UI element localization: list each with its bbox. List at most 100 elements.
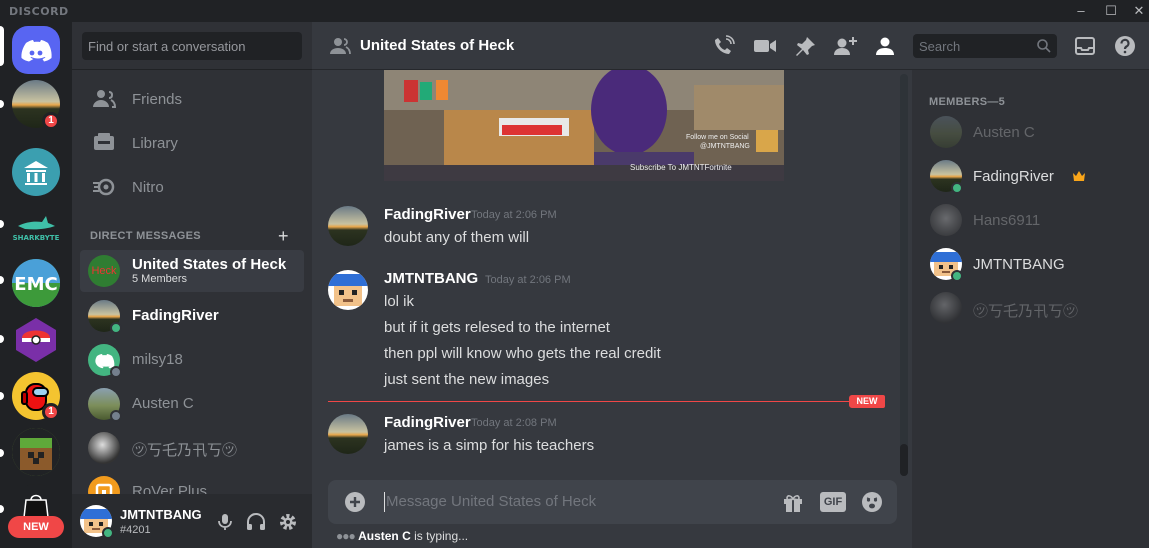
owner-crown-icon [1072,170,1086,182]
dm-item[interactable]: Austen C [80,383,304,425]
creeper-block-icon [12,428,60,476]
attached-image[interactable]: Follow me on Social @JMTNTBANG Subscribe… [384,70,784,181]
member-list: MEMBERS—5 Austen C FadingRiver Hans6911 … [912,70,1149,548]
member-item[interactable]: Austen C [928,111,1138,153]
dm-name: FadingRiver [132,307,219,324]
typing-indicator: ●●● Austen C is typing... [336,529,468,543]
headphones-icon[interactable] [245,511,267,533]
gift-icon[interactable] [782,491,804,513]
dm-name: ㋡丂乇乃卂丂㋡ [132,442,238,459]
channel-title: United States of Heck [360,37,515,54]
unread-pill [0,335,4,343]
member-name: ㋡丂乇乃卂丂㋡ [973,303,1079,320]
avatar [930,292,962,324]
unread-pill [0,276,4,284]
unread-pill [0,449,4,457]
message-composer: Message United States of Heck GIF [328,480,897,524]
channel-header: United States of Heck Search [312,22,1149,70]
gif-button[interactable]: GIF [820,492,846,512]
member-name: Hans6911 [973,212,1041,229]
scrollbar-thumb[interactable] [900,444,908,476]
pinned-messages-icon[interactable] [793,35,817,57]
avatar [88,432,120,464]
message-text: just sent the new images [384,371,550,388]
message-text: then ppl will know who gets the real cre… [384,345,661,362]
maximize-button[interactable]: ☐ [1096,0,1126,22]
text-caret [384,492,385,512]
nav-library[interactable]: Library [80,122,304,164]
microphone-icon[interactable] [214,511,236,533]
unread-pill [0,392,4,400]
image-caption: Follow me on Social [686,134,749,141]
message-text: james is a simp for his teachers [384,437,595,454]
message-author[interactable]: FadingRiver [384,206,471,223]
member-name: JMTNTBANG [973,256,1065,273]
online-status-icon [110,322,122,334]
online-status-icon [951,270,963,282]
message-avatar[interactable] [328,414,368,454]
create-dm-button[interactable]: + [278,226,289,247]
close-button[interactable]: ✕ [1124,0,1149,22]
inbox-icon[interactable] [1073,35,1097,57]
typing-suffix: is typing... [410,529,469,543]
avatar [930,204,962,236]
dm-member-count: 5 Members [132,273,188,285]
online-status-icon [102,527,114,539]
image-caption: Subscribe To JMTNTFortnite [630,163,732,172]
member-item[interactable]: Hans6911 [928,199,1138,241]
help-icon[interactable] [1113,35,1137,57]
bank-icon [24,161,48,185]
new-messages-divider [328,401,884,402]
message-author[interactable]: FadingRiver [384,414,471,431]
offline-status-icon [110,366,122,378]
add-friends-to-dm-icon[interactable] [833,35,857,57]
message-timestamp: Today at 2:06 PM [485,274,571,286]
divider [72,69,312,70]
friends-icon [92,88,116,110]
message-author[interactable]: JMTNTBANG [384,270,478,287]
mention-badge: 1 [42,403,60,421]
dm-item[interactable]: milsy18 [80,339,304,381]
pokeball-icon [16,318,56,362]
message-input[interactable]: Message United States of Heck [386,493,596,510]
members-heading: MEMBERS—5 [929,96,1006,108]
member-item[interactable]: JMTNTBANG [928,243,1138,285]
server-minecraft[interactable] [12,428,60,476]
member-list-icon[interactable] [873,35,897,57]
message-timestamp: Today at 2:08 PM [471,417,557,429]
server-sharkbyte[interactable]: SHARKBYTE [12,204,60,252]
server-pokeball[interactable] [12,316,60,364]
member-item[interactable]: FadingRiver [928,155,1138,197]
new-servers-badge[interactable]: NEW [8,516,64,538]
dm-name: United States of Heck [132,256,287,273]
start-voice-call-icon[interactable] [712,35,736,57]
nav-nitro[interactable]: Nitro [80,166,304,208]
emoji-picker-icon[interactable] [861,491,883,513]
start-video-call-icon[interactable] [753,35,777,57]
settings-gear-icon[interactable] [277,511,299,533]
find-conversation-input[interactable]: Find or start a conversation [82,32,302,60]
unread-pill [0,220,4,228]
scrollbar-track[interactable] [900,74,908,476]
dm-item[interactable]: FadingRiver [80,295,304,337]
dm-item[interactable]: Heck United States of Heck 5 Members [80,250,304,292]
typing-user: Austen C [358,529,411,543]
upload-plus-icon[interactable] [344,491,366,513]
home-button[interactable] [12,26,60,74]
minimize-button[interactable]: – [1066,0,1096,22]
server-emc[interactable]: EMC [12,259,60,307]
current-user-tag: #4201 [120,524,151,536]
nav-label: Nitro [132,179,164,196]
server-bank[interactable] [12,148,60,196]
new-messages-tag: NEW [849,395,885,408]
message-avatar[interactable] [328,206,368,246]
nav-label: Library [132,135,178,152]
message-avatar[interactable] [328,270,368,310]
discord-logo-icon [21,40,52,62]
member-item[interactable]: ㋡丂乇乃卂丂㋡ [928,287,1138,329]
dm-sidebar: Find or start a conversation Friends Lib… [72,22,312,548]
offline-status-icon [110,410,122,422]
nav-friends[interactable]: Friends [80,78,304,120]
title-bar: DISCORD – ☐ ✕ [0,0,1149,22]
dm-item[interactable]: ㋡丂乇乃卂丂㋡ [80,427,304,469]
